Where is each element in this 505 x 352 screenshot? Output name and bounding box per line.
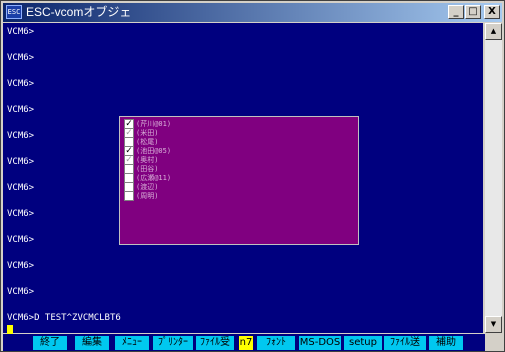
terminal-line: VCM6> — [7, 131, 35, 141]
function-key[interactable]: ﾌｧｲﾙ受 — [196, 336, 234, 350]
close-button[interactable]: X — [484, 5, 500, 19]
terminal-line: VCM6> — [7, 79, 35, 89]
window-title: ESC-vcomオブジェ — [26, 5, 132, 19]
terminal-line: VCM6> — [7, 209, 35, 219]
scroll-up-icon[interactable]: ▲ — [485, 23, 502, 40]
function-key[interactable]: ﾌｫﾝﾄ — [257, 336, 295, 350]
function-key[interactable]: 編集 — [75, 336, 109, 350]
text-cursor — [7, 325, 13, 334]
terminal-window: ESC ESC-vcomオブジェ _ □ X VCM6> VCM6> VCM6>… — [0, 0, 505, 352]
app-icon[interactable]: ESC — [6, 5, 22, 19]
checkbox[interactable] — [124, 191, 134, 201]
command-line: VCM6>D TEST^ZVCMCLBT6 — [7, 313, 121, 323]
terminal-line: VCM6> — [7, 27, 35, 37]
function-key[interactable]: ﾒﾆｭｰ — [115, 336, 149, 350]
terminal-line: VCM6> — [7, 53, 35, 63]
function-key[interactable]: 終了 — [33, 336, 67, 350]
resize-grip[interactable] — [485, 333, 502, 351]
scroll-down-icon[interactable]: ▼ — [485, 316, 502, 333]
function-key[interactable]: n7 — [239, 336, 253, 350]
function-key[interactable]: ﾌﾟﾘﾝﾀｰ — [153, 336, 193, 350]
function-key[interactable]: ﾌｧｲﾙ送 — [384, 336, 426, 350]
terminal-line: VCM6> — [7, 235, 35, 245]
terminal-line: VCM6> — [7, 183, 35, 193]
function-key-bar: 終了 編集 ﾒﾆｭｰ ﾌﾟﾘﾝﾀｰ ﾌｧｲﾙ受 n7 ﾌｫﾝﾄ MS-DOS s… — [3, 334, 502, 351]
minimize-button[interactable]: _ — [448, 5, 464, 19]
function-key[interactable]: setup — [344, 336, 382, 350]
terminal-line: VCM6> — [7, 261, 35, 271]
function-key[interactable]: MS-DOS — [299, 336, 341, 350]
terminal-line: VCM6> — [7, 287, 35, 297]
selection-popup: ✓ (芹川@01) ✓ (米田) (松尾) ✓ (池田@05) ✓ (奥村) (… — [119, 116, 359, 245]
terminal-line: VCM6> — [7, 105, 35, 115]
function-key[interactable]: 補助 — [429, 336, 463, 350]
vertical-scrollbar[interactable]: ▲ ▼ — [485, 23, 502, 333]
popup-item-label: (周明) — [136, 192, 159, 200]
terminal-line: VCM6> — [7, 157, 35, 167]
maximize-button[interactable]: □ — [465, 5, 481, 19]
title-bar[interactable]: ESC ESC-vcomオブジェ _ □ X — [3, 3, 502, 22]
